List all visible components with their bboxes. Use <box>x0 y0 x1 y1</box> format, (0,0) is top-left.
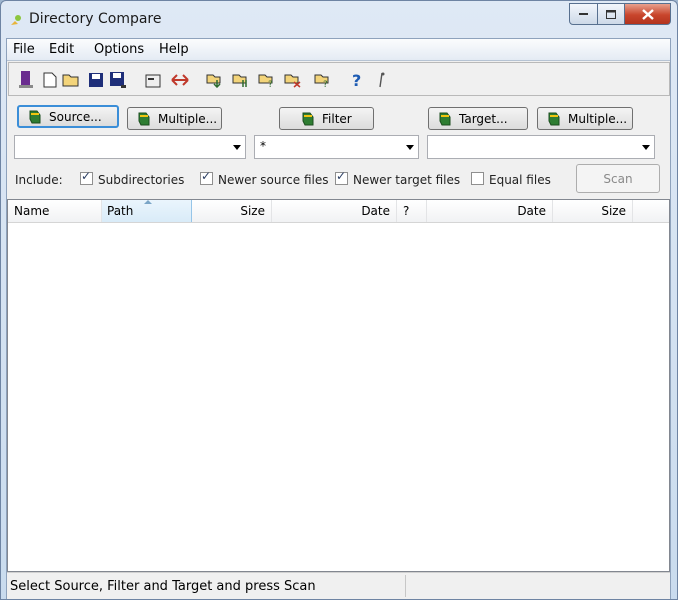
menu-edit[interactable]: Edit <box>49 42 74 57</box>
sort-ascending-icon <box>144 200 152 204</box>
filter-combo-value: * <box>260 139 266 153</box>
status-text: Select Source, Filter and Target and pre… <box>10 579 316 594</box>
multiple-target-button[interactable]: Multiple... <box>537 107 633 130</box>
column-header-row: Name Path Size Date ? Date Size <box>8 200 669 223</box>
newer-source-label[interactable]: Newer source files <box>218 173 329 187</box>
title-bar[interactable]: Directory Compare <box>1 1 677 37</box>
caption-buttons <box>569 3 671 25</box>
hand-pointer-icon <box>302 112 314 125</box>
hand-pointer-icon <box>138 112 150 125</box>
scan-button-label: Scan <box>603 171 633 186</box>
newer-target-checkbox[interactable]: ✓ <box>335 169 348 185</box>
close-button[interactable] <box>625 3 671 25</box>
app-window: Directory Compare File Edit Options Help <box>0 0 678 600</box>
equal-files-label[interactable]: Equal files <box>489 173 551 187</box>
equal-files-checkbox[interactable] <box>471 172 484 185</box>
filter-combo[interactable]: * <box>254 135 419 159</box>
column-header-name[interactable]: Name <box>8 200 102 222</box>
minimize-icon <box>578 13 588 15</box>
filter-button-label: Filter <box>322 111 352 126</box>
minimize-button[interactable] <box>569 3 598 25</box>
menu-help[interactable]: Help <box>159 42 189 57</box>
chevron-down-icon[interactable] <box>233 145 241 150</box>
exit-icon[interactable] <box>15 69 37 91</box>
scan-button[interactable]: Scan <box>576 164 660 193</box>
swap-icon[interactable] <box>169 69 191 91</box>
source-combo[interactable] <box>14 135 246 159</box>
target-button-label: Target... <box>459 111 508 126</box>
multiple-source-button[interactable]: Multiple... <box>127 107 222 130</box>
help-icon[interactable]: ? <box>347 69 369 91</box>
include-label: Include: <box>15 173 63 187</box>
filter-button[interactable]: Filter <box>279 107 374 130</box>
column-header-target-date[interactable]: Date <box>427 200 553 222</box>
status-bar: Select Source, Filter and Target and pre… <box>7 572 670 599</box>
window-title: Directory Compare <box>29 11 162 27</box>
hand-pointer-icon <box>29 110 41 123</box>
chevron-down-icon[interactable] <box>406 145 414 150</box>
svg-text:?: ? <box>352 71 361 89</box>
column-header-status[interactable]: ? <box>397 200 427 222</box>
menu-bar: File Edit Options Help <box>7 39 670 61</box>
target-button[interactable]: Target... <box>428 107 528 130</box>
properties-icon[interactable] <box>143 69 165 91</box>
column-header-date[interactable]: Date <box>272 200 397 222</box>
maximize-button[interactable] <box>598 3 625 25</box>
column-header-path[interactable]: Path <box>102 200 192 222</box>
multiple-target-label: Multiple... <box>568 111 628 126</box>
copy-to-target-icon[interactable] <box>205 69 227 91</box>
checkmark-icon: ✓ <box>81 169 92 183</box>
save-icon[interactable] <box>85 69 107 91</box>
compare-unknown-icon[interactable]: ? <box>257 69 279 91</box>
include-row: Include: ✓ Subdirectories ✓ Newer source… <box>7 167 670 193</box>
hand-pointer-icon <box>548 112 560 125</box>
menu-file[interactable]: File <box>13 42 35 57</box>
menu-options[interactable]: Options <box>94 42 144 57</box>
subdirectories-label[interactable]: Subdirectories <box>98 173 184 187</box>
client-area: File Edit Options Help ? ? ? Source... M… <box>6 38 671 599</box>
status-divider <box>405 575 406 597</box>
new-icon[interactable] <box>39 69 61 91</box>
compare-options-icon[interactable]: ? <box>313 69 335 91</box>
file-list[interactable]: Name Path Size Date ? Date Size <box>7 199 670 572</box>
hand-pointer-icon <box>439 112 451 125</box>
sync-both-icon[interactable] <box>231 69 253 91</box>
info-icon[interactable] <box>371 69 393 91</box>
multiple-source-label: Multiple... <box>158 111 218 126</box>
column-header-target-size[interactable]: Size <box>553 200 633 222</box>
checkmark-icon: ✓ <box>336 169 347 183</box>
source-button-label: Source... <box>49 109 102 124</box>
save-as-icon[interactable] <box>107 69 129 91</box>
column-header-size[interactable]: Size <box>192 200 272 222</box>
newer-source-checkbox[interactable]: ✓ <box>200 169 213 185</box>
svg-text:?: ? <box>323 80 328 88</box>
svg-text:?: ? <box>268 80 273 88</box>
newer-target-label[interactable]: Newer target files <box>353 173 460 187</box>
app-icon <box>11 15 21 25</box>
source-button[interactable]: Source... <box>17 105 119 128</box>
close-icon <box>641 8 654 20</box>
delete-icon[interactable] <box>283 69 305 91</box>
maximize-icon <box>606 9 616 19</box>
target-combo[interactable] <box>427 135 655 159</box>
open-folder-icon[interactable] <box>61 69 83 91</box>
chevron-down-icon[interactable] <box>642 145 650 150</box>
subdirectories-checkbox[interactable]: ✓ <box>80 169 93 185</box>
toolbar: ? ? ? <box>8 62 670 96</box>
checkmark-icon: ✓ <box>201 169 212 183</box>
